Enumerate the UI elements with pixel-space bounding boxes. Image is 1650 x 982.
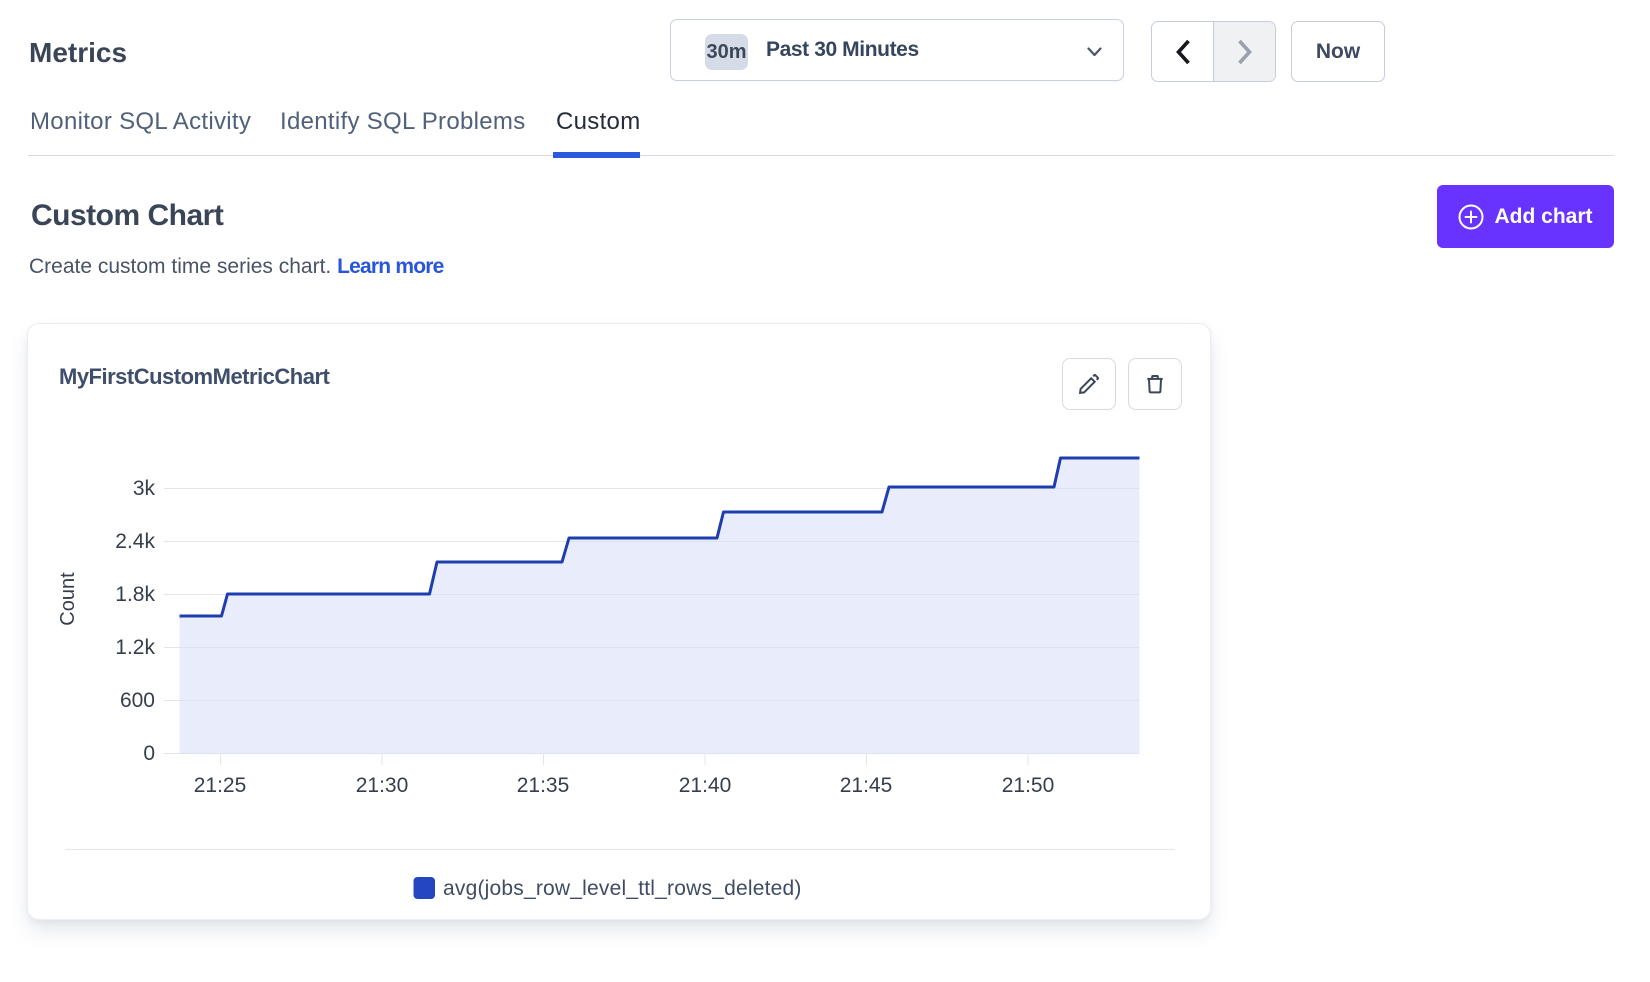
svg-text:600: 600 bbox=[120, 689, 155, 712]
svg-text:3k: 3k bbox=[133, 477, 156, 500]
svg-text:0: 0 bbox=[143, 742, 155, 765]
svg-text:21:50: 21:50 bbox=[1002, 774, 1055, 797]
svg-text:avg(jobs_row_level_ttl_rows_de: avg(jobs_row_level_ttl_rows_deleted) bbox=[443, 877, 802, 900]
svg-text:Count: Count bbox=[57, 572, 79, 626]
svg-text:21:25: 21:25 bbox=[194, 774, 247, 797]
svg-text:21:45: 21:45 bbox=[840, 774, 893, 797]
svg-text:1.2k: 1.2k bbox=[115, 636, 155, 659]
svg-text:2.4k: 2.4k bbox=[115, 530, 155, 553]
svg-text:21:40: 21:40 bbox=[679, 774, 732, 797]
svg-text:21:35: 21:35 bbox=[517, 774, 570, 797]
svg-text:1.8k: 1.8k bbox=[115, 583, 155, 606]
svg-text:21:30: 21:30 bbox=[356, 774, 409, 797]
